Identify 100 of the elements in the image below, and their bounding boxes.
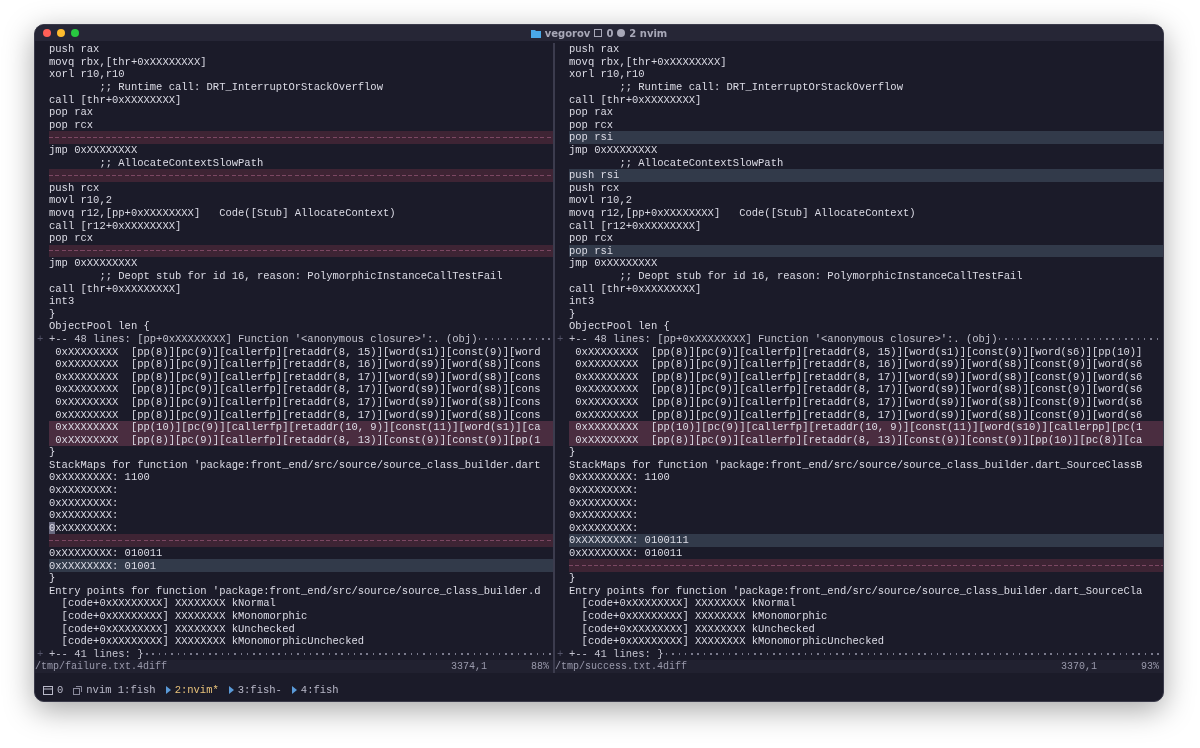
code-line: 0xXXXXXXXX [pp(8)][pc(9)][callerfp][retaddr(8, 15)][word(s1)][const(9)][word(s6)][pp(10)]	[574, 345, 1144, 358]
code-line: xorl r10,r10	[49, 68, 126, 81]
code-line: movq r12,[pp+0xXXXXXXXX] Code([Stub] AllocateContext)	[569, 206, 917, 220]
file-path: /tmp/success.txt.4diff	[555, 661, 689, 673]
scroll-percent: 88%	[531, 661, 549, 673]
code-line: }	[569, 446, 577, 459]
triangle-icon	[165, 686, 171, 694]
code-line: 0xXXXXXXXX [pp(8)][pc(9)][callerfp][retaddr(8, 17)][word(s9)][word(s8)][const(9)][word(s6	[574, 408, 1144, 421]
code-line: pop rax	[569, 105, 615, 119]
code-line: 0xXXXXXXXX:	[569, 508, 640, 522]
code-line: call [r12+0xXXXXXXXX]	[49, 219, 183, 232]
session-number: 0	[57, 684, 64, 696]
code-line: 0xXXXXXXXX: 010011	[569, 546, 684, 560]
code-line: 0xXXXXXXXX [pp(8)][pc(9)][callerfp][retaddr(8, 17)][word(s9)][word(s8)][const(9)][word(s6	[574, 395, 1144, 409]
code-line: call [r12+0xXXXXXXXX]	[569, 219, 703, 232]
code-line: movl r10,2	[569, 194, 633, 207]
code-line: 0xXXXXXXXX:	[49, 496, 120, 509]
code-line: [code+0xXXXXXXXX] XXXXXXXX kUnchecked	[60, 622, 296, 635]
code-line: 0xXXXXXXXX [pp(8)][pc(9)][callerfp][retaddr(8, 15)][word(s1)][const(9)][word	[54, 345, 542, 358]
code-line: Entry points for function 'package:front_end/src/source/source_class_builder.d	[49, 584, 542, 598]
fold-line[interactable]: +-- 41 lines: }	[49, 647, 144, 660]
code-line: call [thr+0xXXXXXXXX]	[569, 282, 703, 295]
code-line: 0xXXXXXXXX:	[569, 521, 640, 535]
code-line: int3	[569, 294, 596, 308]
code-line: }	[49, 571, 57, 585]
code-line: [code+0xXXXXXXXX] XXXXXXXX kMonomorphic	[580, 609, 829, 623]
fold-sign: +	[37, 332, 44, 345]
code-line: pop rcx	[49, 231, 95, 245]
code-line: xorl r10,r10	[569, 68, 646, 81]
code-line: Entry points for function 'package:front_end/src/source/source_class_builder.dart_SourceCla	[569, 584, 1144, 598]
code-line: [code+0xXXXXXXXX] XXXXXXXX kMonomorphic	[60, 609, 309, 623]
code-line: 0xXXXXXXXX:	[49, 483, 120, 497]
fold-sign: +	[557, 332, 564, 345]
code-line: StackMaps for function 'package:front_end/src/source/source_class_builder.dart_SourceClassB	[569, 458, 1144, 472]
code-line: [code+0xXXXXXXXX] XXXXXXXX kMonomorphicUnchecked	[580, 634, 886, 648]
fold-line[interactable]: +-- 48 lines: [pp+0xXXXXXXXX] Function '<anonymous closure>':. (obj)	[49, 332, 478, 345]
code-line: jmp 0xXXXXXXXX	[569, 143, 659, 157]
code-line: push rax	[569, 43, 621, 56]
code-line: call [thr+0xXXXXXXXX]	[569, 93, 703, 106]
code-line: 0xXXXXXXXX [pp(8)][pc(9)][callerfp][retaddr(8, 17)][word(s9)][word(s8)][const(9)][word(s6	[574, 383, 1144, 396]
code-line: movq rbx,[thr+0xXXXXXXXX]	[49, 55, 208, 69]
code-line: ;; AllocateContextSlowPath	[619, 156, 785, 169]
code-line: pop rax	[49, 105, 95, 119]
code-line: push rax	[49, 43, 101, 56]
close-button[interactable]	[43, 29, 51, 37]
zoom-button[interactable]	[71, 29, 79, 37]
code-line: }	[569, 571, 577, 585]
code-line: StackMaps for function 'package:front_end/src/source/source_class_builder.dart	[49, 458, 542, 472]
fold-sign: +	[37, 647, 44, 660]
code-line: ;; Runtime call: DRT_InterruptOrStackOverflow	[618, 80, 904, 94]
fold-line[interactable]: +-- 41 lines: }	[569, 647, 664, 660]
code-line: 0xXXXXXXXX: 1100	[49, 471, 151, 484]
code-line: jmp 0xXXXXXXXX	[49, 143, 139, 157]
code-line: }	[49, 307, 57, 321]
cursor-position: 3370,1	[1061, 661, 1098, 673]
process-name: 2 nvim	[629, 27, 668, 39]
code-line: ;; Deopt stub for id 16, reason: PolymorphicInstanceCallTestFail	[98, 269, 504, 283]
code-line: pop rcx	[569, 118, 615, 132]
code-line: push rcx	[49, 181, 101, 195]
code-line: ;; Deopt stub for id 16, reason: PolymorphicInstanceCallTestFail	[618, 269, 1024, 283]
code-line: movq r12,[pp+0xXXXXXXXX] Code([Stub] AllocateContext)	[49, 206, 397, 220]
code-line: ObjectPool len {	[569, 320, 671, 333]
code-line: [code+0xXXXXXXXX] XXXXXXXX kUnchecked	[580, 622, 816, 635]
code-line: 0xXXXXXXXX [pp(8)][pc(9)][callerfp][retaddr(8, 16)][word(s9)][word(s8)][const(9)][word(s6	[574, 357, 1144, 371]
code-line: push rcx	[569, 181, 621, 195]
code-line: 0xXXXXXXXX [pp(8)][pc(9)][callerfp][retaddr(8, 17)][word(s9)][word(s8)][cons	[54, 395, 542, 409]
code-line: 0xXXXXXXXX [pp(8)][pc(9)][callerfp][retaddr(8, 17)][word(s9)][word(s8)][const(9)][word(s6	[574, 370, 1144, 384]
code-line: 0xXXXXXXXX [pp(8)][pc(9)][callerfp][retaddr(8, 16)][word(s9)][word(s8)][cons	[54, 357, 542, 371]
code-line: ObjectPool len {	[49, 320, 151, 333]
code-line: [code+0xXXXXXXXX] XXXXXXXX kNormal	[580, 597, 797, 610]
code-line: 0xXXXXXXXX: 010011	[49, 546, 164, 560]
triangle-icon	[291, 686, 297, 694]
code-line: 0xXXXXXXXX: 1100	[569, 471, 671, 484]
tmux-window-tab[interactable]: 2:nvim*	[174, 684, 219, 696]
window-title: vegorov	[544, 27, 591, 39]
code-line: }	[49, 446, 57, 459]
tmux-window-tab[interactable]: 4:fish	[300, 684, 339, 696]
dot-icon	[617, 29, 626, 37]
scroll-percent: 93%	[1141, 661, 1159, 673]
tmux-window-tab[interactable]: nvim 1:fish	[86, 684, 156, 696]
minimize-button[interactable]	[57, 29, 65, 37]
code-line: 0xXXXXXXXX [pp(8)][pc(9)][callerfp][retaddr(8, 17)][word(s9)][word(s8)][cons	[54, 408, 542, 421]
session-icon	[43, 685, 53, 695]
code-line: int3	[49, 294, 76, 308]
code-line: jmp 0xXXXXXXXX	[49, 257, 139, 270]
code-line: 0xXXXXXXXX:	[569, 483, 640, 497]
code-line: ;; AllocateContextSlowPath	[98, 156, 265, 169]
session-count: 0	[606, 27, 614, 39]
code-line: movl r10,2	[49, 194, 113, 207]
file-path: /tmp/failure.txt.4diff	[35, 661, 169, 673]
tmux-window-tab[interactable]: 3:fish-	[237, 684, 282, 696]
code-line: 0xXXXXXXXX [pp(8)][pc(9)][callerfp][retaddr(8, 17)][word(s9)][word(s8)][cons	[54, 383, 542, 396]
code-line: pop rcx	[569, 231, 615, 245]
window-icon	[73, 685, 83, 695]
fold-line[interactable]: +-- 48 lines: [pp+0xXXXXXXXX] Function '<anonymous closure>':. (obj)	[569, 332, 998, 345]
code-line: ;; Runtime call: DRT_InterruptOrStackOverflow	[98, 80, 384, 94]
fold-sign: +	[557, 647, 564, 660]
code-line: 0xXXXXXXXX:	[49, 508, 120, 522]
code-line: 0xXXXXXXXX:	[569, 496, 640, 509]
code-line: jmp 0xXXXXXXXX	[569, 257, 659, 270]
